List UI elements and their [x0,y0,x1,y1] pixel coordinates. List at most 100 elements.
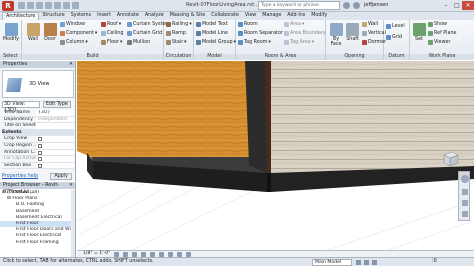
tab-architecture[interactable]: Architecture [2,12,40,20]
search-input[interactable]: Type a keyword or phrase [258,1,340,10]
worksets-icon[interactable] [356,260,361,265]
sun-path-icon[interactable] [132,251,138,257]
tag-area-button[interactable]: Tag Area ▾ [284,40,314,45]
3d-view-icon[interactable] [72,2,79,9]
dormer-button[interactable]: Dormer [362,40,386,45]
show-button[interactable]: Show [428,22,447,27]
viewcube-icon[interactable] [440,149,460,169]
open-icon[interactable] [18,2,25,9]
curtain-grid-button[interactable]: Curtain Grid [127,31,162,36]
model-line-button[interactable]: Model Line [196,31,228,36]
type-selector[interactable]: 3D View [2,70,74,98]
design-options-icon[interactable] [364,260,369,265]
crop-region-visible-checkbox[interactable] [38,143,42,148]
by-face-button[interactable]: By Face [328,23,344,47]
print-icon[interactable] [54,2,61,9]
room-separator-button[interactable]: Room Separator [238,31,283,36]
ceiling-button[interactable]: Ceiling [101,31,123,36]
property-value[interactable] [36,123,74,129]
user-name[interactable]: jeffjensen [364,2,388,8]
door-label: Door [44,37,56,42]
apply-button[interactable]: Apply [50,173,72,180]
star-icon[interactable] [353,2,360,9]
level-button[interactable]: Level [386,24,405,29]
set-button[interactable]: Set [412,23,426,42]
zoom-icon[interactable] [462,189,468,195]
crop-view-checkbox[interactable] [38,137,42,142]
annotation-crop-checkbox[interactable] [38,150,42,155]
tab-add-ins[interactable]: Add-Ins [284,12,308,20]
steering-wheel-icon[interactable] [461,175,469,183]
tab-massing-site[interactable]: Massing & Site [167,12,209,20]
tab-insert[interactable]: Insert [94,12,114,20]
tag-room-button[interactable]: Tag Room ▾ [238,40,271,45]
tab-manage[interactable]: Manage [259,12,284,20]
application-menu-button[interactable]: R [2,1,14,11]
tab-collaborate[interactable]: Collaborate [208,12,242,20]
properties-help-link[interactable]: Properties help [2,174,38,179]
mullion-button[interactable]: Mullion [127,40,150,45]
close-icon[interactable]: ✕ [69,182,73,189]
property-row: Section Box [2,162,74,170]
tree-node[interactable]: First Floor Framing [0,240,75,246]
property-section-extents[interactable]: Extents [2,129,74,137]
lock-view-icon[interactable] [177,251,183,257]
area-button[interactable]: Area ▾ [284,22,304,27]
opening-wall-button[interactable]: Wall [362,22,378,27]
save-icon[interactable] [27,2,34,9]
close-button[interactable]: ✕ [462,1,474,10]
floor-button[interactable]: Floor ▾ [101,40,122,45]
model-text-button[interactable]: Model Text [196,22,228,27]
drawing-viewport[interactable] [77,61,474,257]
editable-only-icon[interactable] [372,260,377,265]
model-3d-view[interactable] [77,61,474,257]
measure-icon[interactable] [63,2,70,9]
pan-icon[interactable] [462,200,468,206]
wall-button[interactable]: Wall [25,23,41,42]
ramp-button[interactable]: Ramp [166,31,186,36]
tab-systems[interactable]: Systems [68,12,94,20]
area-boundary-button[interactable]: Area Boundary [284,31,326,36]
visual-style-icon[interactable] [123,251,129,257]
stair-button[interactable]: Stair ▾ [166,40,187,45]
property-value[interactable]: {3D} [36,110,74,116]
binoculars-icon[interactable] [343,2,350,9]
browser-scrollbar[interactable] [71,190,75,257]
active-model-dropdown[interactable]: Main Model [312,259,352,266]
temporary-hide-icon[interactable] [186,251,192,257]
model-group-button[interactable]: Model Group ▾ [196,40,236,45]
modify-button[interactable]: Modify [2,23,20,42]
viewer-button[interactable]: Viewer [428,40,450,45]
wood-panel-wall[interactable] [77,61,249,157]
tab-view[interactable]: View [242,12,259,20]
window-button[interactable]: Window [60,22,85,27]
roof-button[interactable]: Roof ▾ [101,22,121,27]
render-icon[interactable] [150,251,156,257]
redo-icon[interactable] [45,2,52,9]
close-icon[interactable]: ✕ [69,61,73,68]
show-crop-icon[interactable] [168,251,174,257]
shaft-button[interactable]: Shaft [345,23,360,42]
section-box-checkbox[interactable] [38,163,42,168]
orbit-icon[interactable] [462,211,468,217]
far-clip-checkbox[interactable] [38,157,42,162]
tab-modify[interactable]: Modify [308,12,330,20]
column-button[interactable]: Column ▾ [60,40,88,45]
undo-icon[interactable] [36,2,43,9]
tab-annotate[interactable]: Annotate [114,12,142,20]
grid-button[interactable]: Grid [386,35,402,40]
detail-level-icon[interactable] [114,251,120,257]
panel-label-work-plane: Work Plane [410,54,474,60]
ref-plane-button[interactable]: Ref Plane [428,31,456,36]
view-instance-dropdown[interactable]: 3D View: {3D} [2,100,40,113]
vertical-button[interactable]: Vertical [362,31,386,36]
tab-structure[interactable]: Structure [39,12,67,20]
crop-view-icon[interactable] [159,251,165,257]
railing-button[interactable]: Railing ▾ [166,22,192,27]
edit-type-button[interactable]: Edit Type [43,100,71,108]
door-button[interactable]: Door [42,23,58,42]
shadows-icon[interactable] [141,251,147,257]
room-button[interactable]: Room [238,22,258,27]
tab-analyze[interactable]: Analyze [142,12,167,20]
component-button[interactable]: Component ▾ [60,31,97,36]
